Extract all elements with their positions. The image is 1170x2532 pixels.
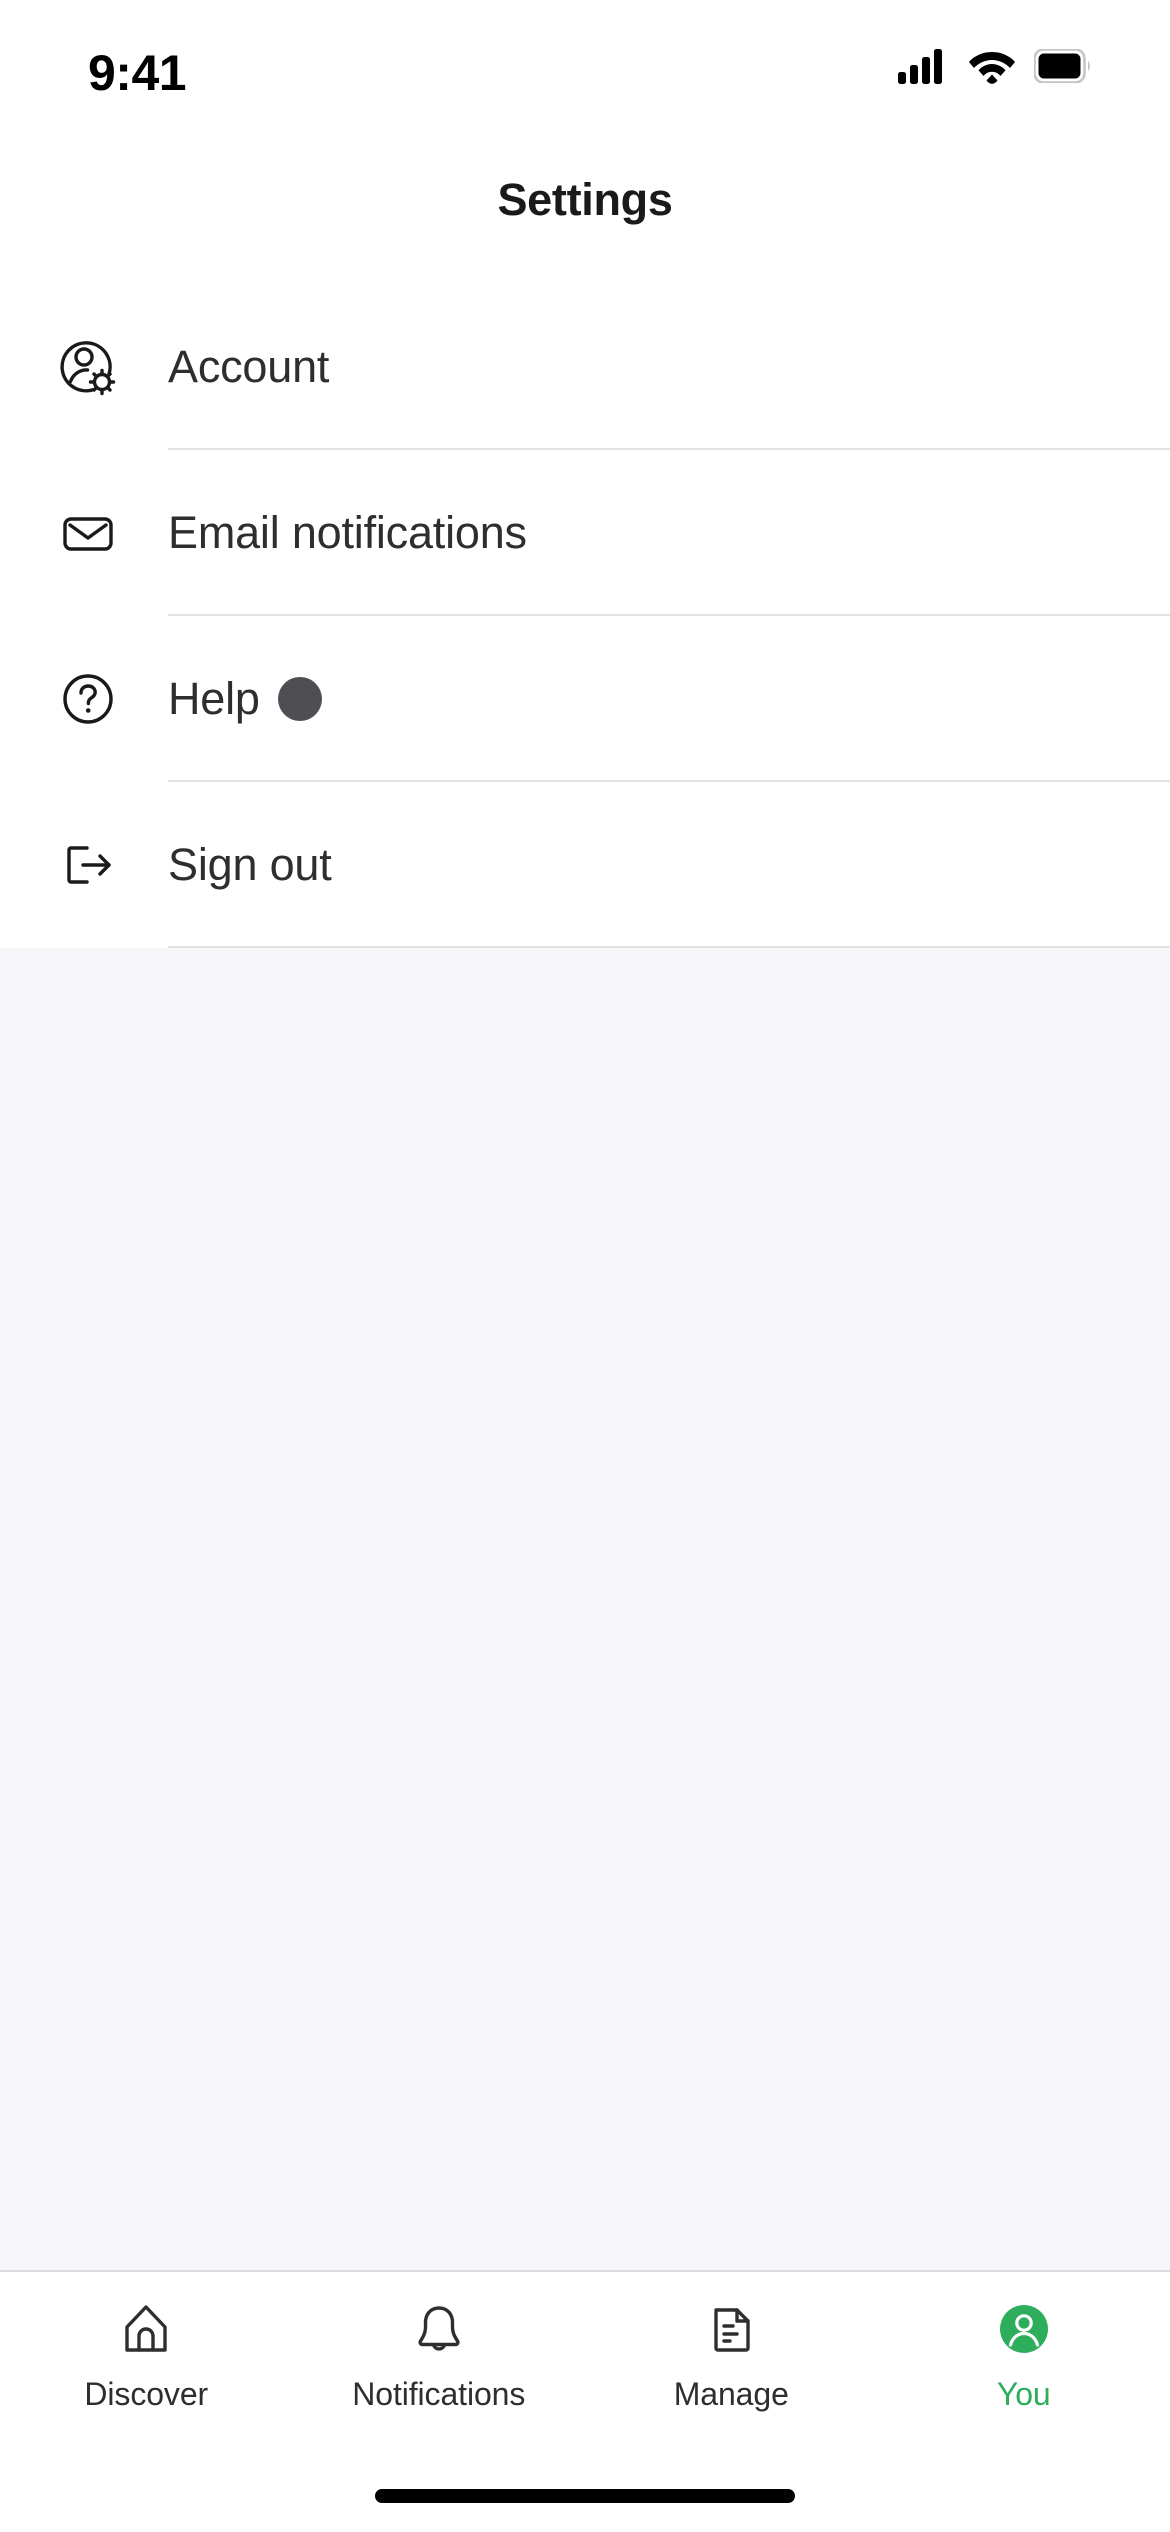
settings-row-account-label: Account	[168, 341, 330, 392]
phone-screen: 9:41 Settings Account Email notification…	[0, 0, 1170, 2532]
settings-row-sign-out-label: Sign out	[168, 839, 332, 890]
avatar-person-icon	[995, 2298, 1053, 2360]
tab-you-label: You	[996, 2376, 1051, 2412]
settings-list: Account Email notifications Help Sign ou…	[0, 260, 1170, 948]
envelope-icon	[0, 502, 168, 564]
settings-row-account-content: Account	[168, 341, 329, 393]
settings-row-help-content: Help	[168, 673, 322, 725]
tab-manage-label: Manage	[673, 2376, 789, 2412]
cellular-signal-icon	[898, 48, 950, 84]
help-status-badge	[277, 677, 322, 721]
bell-icon	[410, 2298, 468, 2360]
tab-notifications[interactable]: Notifications	[293, 2298, 586, 2413]
wifi-icon	[968, 48, 1016, 84]
status-bar: 9:41	[0, 0, 1170, 140]
question-circle-icon	[0, 668, 168, 730]
tab-you[interactable]: You	[878, 2298, 1170, 2413]
status-bar-icons	[898, 48, 1092, 84]
sign-out-icon	[0, 834, 168, 896]
tab-notifications-label: Notifications	[352, 2376, 526, 2412]
home-indicator[interactable]	[375, 2489, 795, 2503]
settings-row-sign-out-content: Sign out	[168, 839, 332, 891]
page-title: Settings	[497, 174, 673, 225]
settings-row-help-label: Help	[168, 673, 260, 724]
settings-row-account[interactable]: Account	[0, 284, 1170, 450]
settings-row-help[interactable]: Help	[0, 616, 1170, 782]
tab-discover-label: Discover	[84, 2376, 209, 2412]
empty-content-area	[0, 948, 1170, 2270]
home-icon	[117, 2298, 175, 2360]
bottom-tab-bar: Discover Notifications Manage You	[0, 2270, 1170, 2460]
settings-row-email-notifications[interactable]: Email notifications	[0, 450, 1170, 616]
document-icon	[702, 2298, 760, 2360]
account-gear-icon	[0, 336, 168, 398]
settings-row-email-notifications-label: Email notifications	[168, 507, 527, 558]
settings-row-email-notifications-content: Email notifications	[168, 507, 527, 559]
page-header: Settings	[0, 140, 1170, 260]
settings-row-sign-out[interactable]: Sign out	[0, 782, 1170, 948]
battery-full-icon	[1034, 49, 1092, 83]
home-indicator-area	[0, 2460, 1170, 2532]
status-bar-time: 9:41	[88, 45, 187, 101]
tab-manage[interactable]: Manage	[585, 2298, 878, 2413]
tab-discover[interactable]: Discover	[0, 2298, 293, 2413]
